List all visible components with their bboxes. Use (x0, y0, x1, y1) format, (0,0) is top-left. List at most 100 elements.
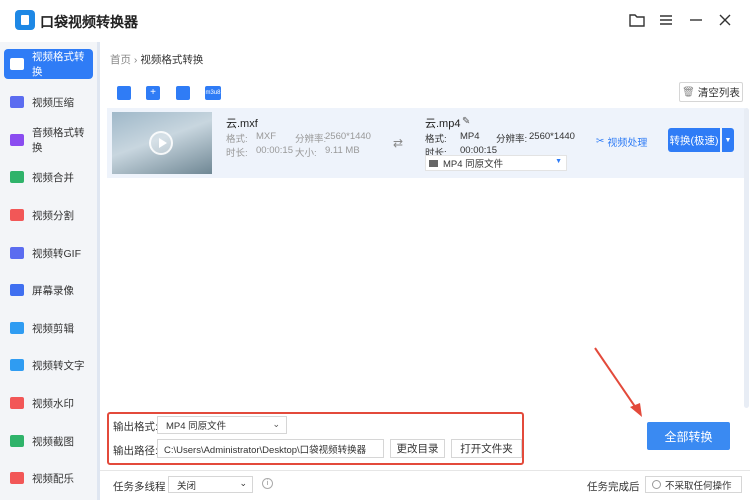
size-label: 大小: (295, 148, 317, 159)
multithread-label: 任务多线程 (113, 481, 166, 493)
text-icon (10, 359, 24, 371)
sidebar-item-label: 视频分割 (32, 209, 74, 222)
add-folder-icon[interactable]: + (146, 86, 160, 100)
watermark-icon (10, 397, 24, 409)
app-title: 口袋视频转换器 (40, 14, 138, 30)
clear-list-button[interactable]: 🗑 清空列表 (679, 82, 743, 102)
target-resolution-label: 分辨率: (496, 134, 528, 145)
after-complete-select[interactable]: 不采取任何操作 (645, 476, 742, 493)
source-file-name: 云.mxf (226, 118, 258, 130)
target-format-label: 格式: (425, 134, 447, 145)
open-folder-button[interactable]: 打开文件夹 (451, 439, 522, 458)
info-icon[interactable]: i (262, 478, 273, 489)
output-format-dropdown-value: MP4 同原文件 (443, 159, 504, 170)
scissors-icon: ✂ (596, 136, 605, 147)
sidebar: 视频格式转换 视频压缩 音频格式转换 视频合并 视频分割 视频转GIF 屏幕录像… (0, 42, 100, 500)
sidebar-item-video-screenshot[interactable]: 视频截图 (4, 426, 93, 456)
merge-icon (10, 171, 24, 183)
add-file-icon[interactable] (117, 86, 131, 100)
sidebar-item-video-music[interactable]: 视频配乐 (4, 463, 93, 493)
sidebar-item-video-split[interactable]: 视频分割 (4, 200, 93, 230)
duration-label: 时长: (226, 148, 248, 159)
video-process-label: 视频处理 (607, 138, 648, 149)
gif-icon (10, 247, 24, 259)
output-format-label: 输出格式: (113, 421, 158, 433)
sidebar-item-video-merge[interactable]: 视频合并 (4, 162, 93, 192)
output-format-dropdown[interactable]: MP4 同原文件 ▼ (425, 155, 567, 171)
sidebar-item-video-edit[interactable]: 视频剪辑 (4, 313, 93, 343)
target-file-name: 云.mp4 (425, 118, 461, 130)
duration-value: 00:00:15 (256, 145, 293, 156)
pencil-icon[interactable]: ✎ (462, 116, 470, 127)
split-icon (10, 209, 24, 221)
minimize-icon[interactable] (687, 11, 705, 29)
ban-icon (652, 480, 661, 489)
title-bar: 口袋视频转换器 (0, 0, 750, 42)
convert-all-button[interactable]: 全部转换 (647, 422, 730, 450)
caret-down-icon: ▼ (555, 158, 562, 165)
m3u8-icon[interactable]: m3u8 (205, 86, 221, 100)
scrollbar[interactable] (744, 108, 749, 408)
output-format-select[interactable]: MP4 同原文件 ⌄ (157, 416, 287, 434)
app-logo-icon (15, 10, 35, 30)
output-path-label: 输出路径: (113, 445, 158, 457)
close-icon[interactable] (716, 11, 734, 29)
edit-icon (10, 322, 24, 334)
change-directory-button[interactable]: 更改目录 (390, 439, 445, 458)
breadcrumb: 首页 › 视频格式转换 (110, 52, 203, 67)
sidebar-item-label: 视频配乐 (32, 472, 74, 485)
target-format-value: MP4 (460, 131, 480, 142)
screenshot-icon (10, 435, 24, 447)
sidebar-item-video-gif[interactable]: 视频转GIF (4, 238, 93, 268)
after-complete-label: 任务完成后 (587, 481, 640, 493)
target-resolution-value: 2560*1440 (529, 131, 575, 142)
music-icon (10, 472, 24, 484)
sidebar-item-label: 视频压缩 (32, 96, 74, 109)
sidebar-item-label: 屏幕录像 (32, 284, 74, 297)
multithread-select[interactable]: 关闭 ⌄ (168, 476, 253, 493)
sidebar-item-label: 视频剪辑 (32, 322, 74, 335)
resolution-value: 2560*1440 (325, 131, 371, 142)
sidebar-item-label: 视频格式转换 (32, 51, 85, 78)
output-path-field[interactable]: C:\Users\Administrator\Desktop\口袋视频转换器 (157, 439, 384, 458)
convert-dropdown-icon[interactable]: ▼ (722, 128, 734, 152)
play-icon[interactable] (149, 131, 173, 155)
output-format-select-value: MP4 同原文件 (166, 421, 227, 432)
convert-button[interactable]: 转换(极速) (668, 128, 720, 152)
sidebar-item-label: 音频格式转换 (32, 127, 85, 154)
sidebar-item-label: 视频水印 (32, 397, 74, 410)
film-icon (429, 159, 438, 167)
video-icon (10, 58, 24, 70)
sidebar-item-video-format[interactable]: 视频格式转换 (4, 49, 93, 79)
sidebar-item-label: 视频转GIF (32, 247, 81, 260)
menu-icon[interactable] (657, 11, 675, 29)
breadcrumb-home[interactable]: 首页 (110, 54, 131, 66)
multithread-select-value: 关闭 (177, 480, 197, 492)
video-process-button[interactable]: ✂ 视频处理 (596, 134, 647, 149)
after-complete-select-value: 不采取任何操作 (665, 480, 732, 492)
import-icon[interactable] (176, 86, 190, 100)
breadcrumb-separator: › (133, 54, 138, 66)
sidebar-item-video-to-text[interactable]: 视频转文字 (4, 350, 93, 380)
sidebar-item-audio-format[interactable]: 音频格式转换 (4, 125, 93, 155)
compress-icon (10, 96, 24, 108)
breadcrumb-current: 视频格式转换 (140, 54, 204, 66)
annotation-arrow (594, 347, 642, 417)
folder-icon[interactable] (628, 11, 646, 29)
video-thumbnail[interactable] (112, 112, 212, 174)
audio-icon (10, 134, 24, 146)
record-icon (10, 284, 24, 296)
format-value: MXF (256, 131, 277, 142)
sidebar-item-label: 视频截图 (32, 435, 74, 448)
chevron-down-icon: ⌄ (239, 478, 247, 488)
sidebar-item-video-compress[interactable]: 视频压缩 (4, 87, 93, 117)
trash-icon: 🗑 (682, 86, 695, 98)
chevron-down-icon: ⌄ (272, 419, 280, 429)
sidebar-item-screen-record[interactable]: 屏幕录像 (4, 275, 93, 305)
format-label: 格式: (226, 134, 248, 145)
shuffle-icon: ⇄ (393, 136, 404, 150)
sidebar-item-video-watermark[interactable]: 视频水印 (4, 388, 93, 418)
clear-list-label: 清空列表 (697, 86, 740, 99)
resolution-label: 分辨率: (295, 134, 327, 145)
sidebar-item-label: 视频合并 (32, 171, 74, 184)
